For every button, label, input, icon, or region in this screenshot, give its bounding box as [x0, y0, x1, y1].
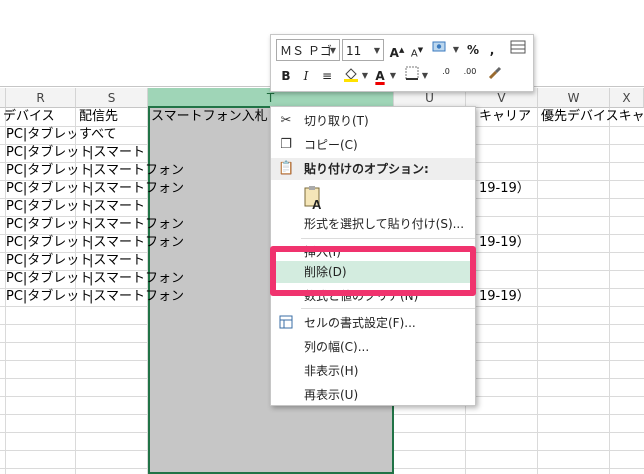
cell-s-header[interactable]: 配信先 — [76, 108, 148, 126]
cell-r[interactable]: PC|タブレット — [3, 234, 93, 252]
cell-s[interactable]: |スマートフォン — [86, 162, 186, 180]
paintbrush-icon — [488, 66, 502, 80]
borders-button[interactable] — [403, 65, 421, 87]
fill-color-button[interactable] — [341, 65, 361, 87]
borders-icon — [405, 66, 419, 80]
cell-s[interactable]: |スマートフォン — [86, 288, 186, 306]
copy-icon: ❐ — [280, 137, 292, 152]
cell-t-header[interactable]: スマートフォン入札 — [148, 108, 272, 126]
increase-decimal-icon: .0 — [442, 67, 450, 76]
cell-s[interactable]: |スマートフォン — [86, 234, 186, 252]
cell-s[interactable]: |スマートフォン — [86, 180, 186, 198]
cell-r[interactable]: PC|タブレット — [3, 180, 93, 198]
menu-separator — [301, 238, 475, 239]
decrease-decimal-button[interactable]: .00 — [459, 65, 481, 89]
font-name-combo[interactable]: ＭＳ Ｐゴ ▼ — [276, 39, 340, 61]
menu-item-hide[interactable]: 非表示(H) — [271, 360, 475, 382]
chevron-down-icon: ▼ — [373, 46, 380, 55]
cell-s[interactable]: |スマート — [86, 144, 148, 162]
cell-r[interactable]: PC|タブレット — [3, 198, 93, 216]
cell-s[interactable]: |スマートフォン — [86, 270, 186, 288]
cell-r[interactable]: PC|タブレッ — [3, 126, 76, 144]
annotation-highlight-box — [270, 246, 476, 296]
accounting-format-button[interactable] — [430, 39, 452, 61]
table-format-icon — [510, 40, 526, 54]
shrink-font-button[interactable]: A▼ — [408, 39, 426, 61]
scissors-icon: ✂ — [280, 113, 292, 128]
column-header-s[interactable]: S — [76, 88, 148, 108]
cell-s[interactable]: すべて — [76, 126, 148, 144]
menu-item-cut[interactable]: ✂ 切り取り(T) — [271, 110, 475, 132]
menu-item-unhide[interactable]: 再表示(U) — [271, 384, 475, 406]
menu-item-paste-special-label: 形式を選択して貼り付け(S)... — [304, 217, 465, 231]
chevron-down-icon[interactable]: ▼ — [361, 65, 369, 87]
menu-item-format-cells[interactable]: セルの書式設定(F)... — [271, 312, 475, 334]
menu-item-cut-label: 切り取り(T) — [304, 114, 369, 128]
cell-v[interactable]: 19-19） — [476, 180, 538, 198]
font-color-button[interactable]: A — [371, 65, 389, 87]
cell-v[interactable]: 19-19） — [476, 234, 538, 252]
menu-item-column-width[interactable]: 列の幅(C)... — [271, 336, 475, 358]
format-painter-button[interactable] — [485, 65, 505, 87]
mini-toolbar: ＭＳ Ｐゴ ▼ 11 ▼ A▲ A▼ ▼ % , B I ≡ ▼ A ▼ ▼ .… — [270, 34, 534, 92]
menu-item-copy[interactable]: ❐ コピー(C) — [271, 134, 475, 156]
cell-r[interactable]: PC|タブレット — [3, 270, 93, 288]
fill-color-icon — [344, 68, 358, 82]
format-cells-icon — [278, 315, 294, 331]
menu-item-column-width-label: 列の幅(C)... — [304, 340, 370, 354]
paste-values-icon: A — [304, 186, 322, 212]
bold-button[interactable]: B — [277, 65, 295, 87]
cell-r[interactable]: PC|タブレット — [3, 252, 93, 270]
font-name-value: ＭＳ Ｐゴ — [280, 44, 332, 58]
chevron-down-icon[interactable]: ▼ — [421, 65, 429, 87]
cell-s[interactable]: |スマート — [86, 252, 148, 270]
cell-w-header[interactable]: 優先デバイスキャン — [538, 108, 644, 126]
accounting-format-icon — [432, 41, 446, 52]
grow-font-icon: A — [389, 46, 399, 60]
cell-r[interactable]: PC|タブレット — [3, 144, 93, 162]
cell-v[interactable]: 19-19） — [476, 288, 538, 306]
menu-item-paste-special[interactable]: 形式を選択して貼り付け(S)... — [271, 213, 475, 235]
menu-item-unhide-label: 再表示(U) — [304, 388, 359, 402]
column-header-r[interactable]: R — [6, 88, 76, 108]
column-header-w[interactable]: W — [538, 88, 610, 108]
cell-r[interactable]: PC|タブレット — [3, 288, 93, 306]
menu-item-format-cells-label: セルの書式設定(F)... — [304, 316, 416, 330]
cell-r-header[interactable]: デバイス — [0, 108, 76, 126]
grow-font-button[interactable]: A▲ — [388, 39, 406, 61]
cell-v-header[interactable]: キャリア — [476, 108, 538, 126]
chevron-down-icon: ▼ — [329, 46, 336, 55]
menu-item-hide-label: 非表示(H) — [304, 364, 359, 378]
column-header-x[interactable]: X — [610, 88, 644, 108]
paste-option-button[interactable]: A — [303, 185, 327, 212]
cell-r[interactable]: PC|タブレット — [3, 162, 93, 180]
cell-r[interactable]: PC|タブレット — [3, 216, 93, 234]
font-size-value: 11 — [346, 44, 362, 58]
menu-item-copy-label: コピー(C) — [304, 138, 358, 152]
align-center-icon: ≡ — [321, 69, 333, 83]
paste-icon: 📋 — [278, 161, 295, 176]
comma-style-button[interactable]: , — [484, 39, 500, 61]
menu-separator — [301, 308, 475, 309]
cell-s[interactable]: |スマート — [86, 198, 148, 216]
center-align-button[interactable]: ≡ — [317, 65, 337, 87]
decrease-decimal-icon: .00 — [463, 67, 477, 76]
chevron-down-icon[interactable]: ▼ — [452, 39, 460, 61]
cell-s[interactable]: |スマートフォン — [86, 216, 186, 234]
svg-text:A: A — [312, 197, 322, 211]
paste-options-header: 📋 貼り付けのオプション: — [271, 158, 475, 180]
shrink-font-icon: A — [410, 48, 418, 60]
font-size-combo[interactable]: 11 ▼ — [342, 39, 384, 61]
format-painter-table-button[interactable] — [508, 39, 528, 61]
chevron-down-icon[interactable]: ▼ — [389, 65, 397, 87]
percent-style-button[interactable]: % — [464, 39, 482, 61]
paste-options-label: 貼り付けのオプション: — [304, 162, 429, 176]
increase-decimal-button[interactable]: .0 — [435, 65, 457, 89]
italic-button[interactable]: I — [297, 65, 315, 87]
